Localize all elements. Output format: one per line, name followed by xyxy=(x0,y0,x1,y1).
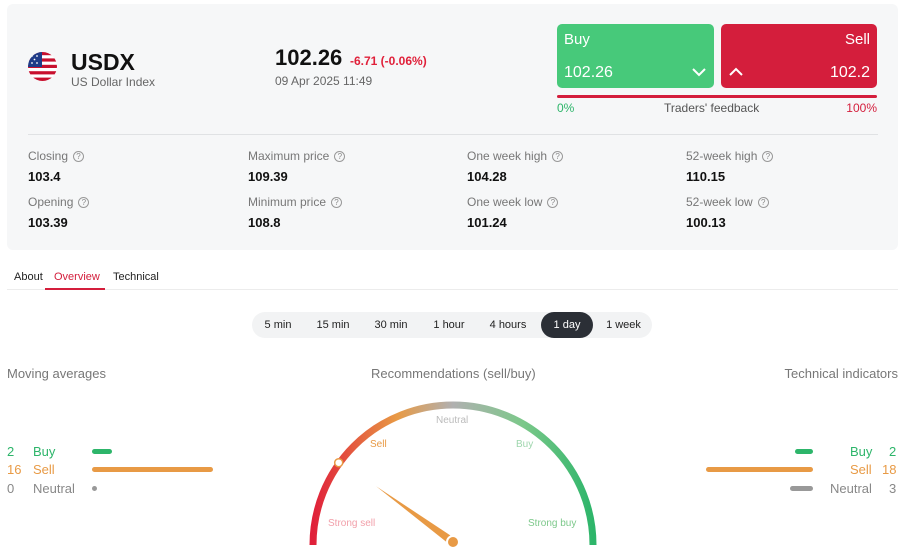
feedback-buy-percent: 0% xyxy=(557,101,575,115)
stat-label: One week low? xyxy=(467,195,559,209)
question-circle-icon[interactable]: ? xyxy=(78,196,90,208)
tab-technical[interactable]: Technical xyxy=(113,271,159,283)
stat-label: 52-week high? xyxy=(686,149,774,163)
traders-feedback-bar xyxy=(557,95,877,98)
period-1-hour[interactable]: 1 hour xyxy=(420,312,478,338)
sell-button[interactable]: Sell 102.2 xyxy=(721,24,877,88)
ma-buy-bar xyxy=(92,449,112,454)
stat-label: 52-week low? xyxy=(686,195,769,209)
price-change: -6.71 (-0.06%) xyxy=(350,54,427,68)
ma-buy-label: Buy xyxy=(33,444,56,459)
stat-value: 103.4 xyxy=(28,169,61,184)
ma-neutral-label: Neutral xyxy=(33,481,75,496)
ti-sell-count: 18 xyxy=(882,462,897,477)
tab-about[interactable]: About xyxy=(14,271,43,283)
stat-label: Minimum price? xyxy=(248,195,343,209)
ti-neutral-count: 3 xyxy=(889,481,897,496)
question-circle-icon[interactable]: ? xyxy=(552,150,564,162)
stat-one-week-high: One week high? 104.28 xyxy=(467,149,564,184)
gauge-pivot xyxy=(446,535,460,549)
us-flag-icon xyxy=(28,52,57,81)
card-divider xyxy=(28,134,878,135)
question-circle-icon[interactable]: ? xyxy=(762,150,774,162)
ti-sell-bar xyxy=(706,467,813,472)
ma-buy-count: 2 xyxy=(7,444,15,459)
buy-price: 102.26 xyxy=(564,64,613,81)
period-5-min[interactable]: 5 min xyxy=(252,312,304,338)
ma-sell-count: 16 xyxy=(7,462,22,477)
stat-label: Opening? xyxy=(28,195,90,209)
recommendations-title: Recommendations (sell/buy) xyxy=(371,366,536,381)
tab-overview[interactable]: Overview xyxy=(54,271,100,283)
question-circle-icon[interactable]: ? xyxy=(757,196,769,208)
chevron-down-icon xyxy=(692,64,706,80)
gauge-label-buy: Buy xyxy=(516,439,533,450)
current-price: 102.26 xyxy=(275,45,343,70)
ma-neutral-count: 0 xyxy=(7,481,15,496)
gauge-label-strong-sell: Strong sell xyxy=(328,518,375,529)
ti-buy-label: Buy xyxy=(850,444,873,459)
ti-neutral-label: Neutral xyxy=(830,481,872,496)
ti-buy-count: 2 xyxy=(889,444,897,459)
feedback-label: Traders' feedback xyxy=(664,101,760,115)
stat-closing: Closing? 103.4 xyxy=(28,149,85,184)
period-4-hours[interactable]: 4 hours xyxy=(478,312,538,338)
period-selector: 5 min 15 min 30 min 1 hour 4 hours 1 day… xyxy=(252,312,652,338)
ti-neutral-bar xyxy=(790,486,813,491)
gauge-marker xyxy=(333,457,344,468)
ma-neutral-bar xyxy=(92,486,97,491)
stat-value: 104.28 xyxy=(467,169,507,184)
instrument-symbol: USDX xyxy=(71,49,135,75)
buy-button-label: Buy xyxy=(564,31,590,48)
stat-minimum-price: Minimum price? 108.8 xyxy=(248,195,343,230)
stat-one-week-low: One week low? 101.24 xyxy=(467,195,559,230)
active-tab-underline xyxy=(45,288,105,290)
technical-indicators-title: Technical indicators xyxy=(784,366,898,381)
price-datetime: 09 Apr 2025 11:49 xyxy=(275,74,373,88)
stat-value: 108.8 xyxy=(248,215,281,230)
stat-value: 101.24 xyxy=(467,215,507,230)
stat-maximum-price: Maximum price? 109.39 xyxy=(248,149,346,184)
period-30-min[interactable]: 30 min xyxy=(362,312,420,338)
sell-button-label: Sell xyxy=(844,31,870,48)
buy-button[interactable]: Buy 102.26 xyxy=(557,24,714,88)
ma-sell-bar xyxy=(92,467,213,472)
stat-label: Closing? xyxy=(28,149,85,163)
period-1-day[interactable]: 1 day xyxy=(541,312,593,338)
ma-sell-label: Sell xyxy=(33,462,55,477)
stat-label: Maximum price? xyxy=(248,149,346,163)
instrument-full-name: US Dollar Index xyxy=(71,75,156,89)
stat-opening: Opening? 103.39 xyxy=(28,195,90,230)
stat-52-week-high: 52-week high? 110.15 xyxy=(686,149,774,184)
question-circle-icon[interactable]: ? xyxy=(547,196,559,208)
gauge-label-strong-buy: Strong buy xyxy=(528,518,576,529)
period-15-min[interactable]: 15 min xyxy=(304,312,362,338)
tab-bar: About Overview Technical xyxy=(7,267,898,290)
stat-52-week-low: 52-week low? 100.13 xyxy=(686,195,769,230)
gauge-label-neutral: Neutral xyxy=(436,415,468,426)
chevron-up-icon xyxy=(729,64,743,80)
question-circle-icon[interactable]: ? xyxy=(73,150,85,162)
recommendation-gauge: Strong sell Sell Neutral Buy Strong buy xyxy=(309,401,597,549)
sell-price: 102.2 xyxy=(829,64,870,81)
stat-value: 109.39 xyxy=(248,169,288,184)
period-1-week[interactable]: 1 week xyxy=(595,312,652,338)
stat-value: 100.13 xyxy=(686,215,726,230)
stat-label: One week high? xyxy=(467,149,564,163)
question-circle-icon[interactable]: ? xyxy=(334,150,346,162)
stat-value: 110.15 xyxy=(686,169,726,184)
stat-value: 103.39 xyxy=(28,215,68,230)
gauge-label-sell: Sell xyxy=(370,439,387,450)
moving-averages-title: Moving averages xyxy=(7,366,106,381)
question-circle-icon[interactable]: ? xyxy=(331,196,343,208)
ti-sell-label: Sell xyxy=(850,462,872,477)
gauge-needle xyxy=(376,486,456,546)
feedback-sell-percent: 100% xyxy=(846,101,877,115)
ti-buy-bar xyxy=(795,449,813,454)
